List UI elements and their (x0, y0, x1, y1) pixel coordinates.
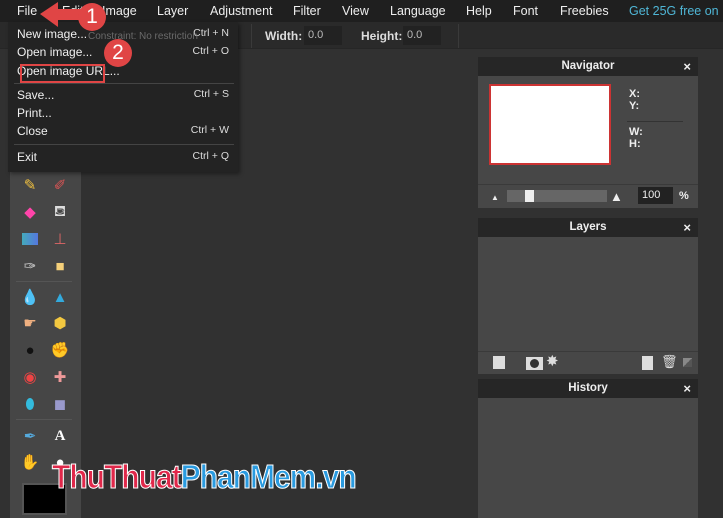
slider-thumb[interactable] (525, 190, 535, 202)
menu-font[interactable]: Font (513, 4, 538, 18)
spot-heal-icon[interactable]: ✚ (49, 366, 71, 388)
divider (478, 351, 698, 352)
menu-language[interactable]: Language (390, 4, 446, 18)
gradient-icon[interactable] (19, 228, 41, 250)
sponge-icon[interactable]: ⬢ (49, 312, 71, 334)
clone-stamp-icon[interactable]: ⊥ (49, 228, 71, 250)
red-eye-icon[interactable]: ◉ (19, 366, 41, 388)
burn-icon[interactable]: ● (19, 339, 41, 361)
menu-item-save[interactable]: Save... Ctrl + S (17, 88, 229, 102)
zoom-slider[interactable] (507, 190, 607, 202)
x-label: X: (629, 88, 640, 100)
sharpen-icon[interactable]: ▲ (49, 286, 71, 308)
w-label: W: (629, 126, 643, 138)
new-layer-icon[interactable] (642, 356, 653, 370)
shortcut: Ctrl + W (190, 124, 229, 136)
layers-panel: Layers × ✸ 🗑 (478, 218, 698, 374)
divider (251, 24, 252, 48)
divider (627, 121, 683, 122)
menu-layer[interactable]: Layer (157, 4, 188, 18)
divider (16, 419, 72, 420)
pencil-icon[interactable]: ✎ (19, 174, 41, 196)
height-input[interactable]: 0.0 (403, 26, 441, 45)
menu-item-close[interactable]: Close Ctrl + W (17, 124, 229, 138)
divider (16, 281, 72, 282)
menu-image[interactable]: Image (102, 4, 137, 18)
history-panel: History × (478, 379, 698, 518)
blur-icon[interactable]: 💧 (19, 286, 41, 308)
panel-title: Layers (569, 221, 607, 233)
menu-item-label: Exit (17, 150, 38, 164)
promo-link[interactable]: Get 25G free on D (629, 4, 723, 18)
text-tool-icon[interactable]: A (49, 425, 71, 447)
layer-lock-icon[interactable] (683, 358, 692, 367)
layer-effects-icon[interactable]: ✸ (546, 352, 559, 370)
menu-freebies[interactable]: Freebies (560, 4, 609, 18)
menu-item-label: Save... (17, 88, 55, 102)
delete-layer-icon[interactable]: 🗑 (661, 354, 678, 370)
menu-help[interactable]: Help (466, 4, 492, 18)
close-icon[interactable]: × (683, 57, 691, 76)
height-label: Height: (361, 29, 403, 43)
shortcut: Ctrl + Q (192, 150, 229, 162)
watermark-logo: ThuThuatPhanMem.vn (52, 459, 358, 496)
navigator-preview[interactable] (489, 84, 611, 165)
close-icon[interactable]: × (683, 379, 691, 398)
hand-icon[interactable]: ✋ (19, 451, 41, 473)
menu-item-label: Close (17, 124, 48, 138)
bloat-icon[interactable]: ⬮ (19, 393, 41, 415)
paint-bucket-icon[interactable]: ⛾ (49, 201, 71, 223)
divider (14, 144, 234, 145)
menu-item-label: Open image... (17, 45, 93, 59)
shortcut: Ctrl + O (192, 45, 229, 57)
menu-file[interactable]: File (17, 4, 37, 18)
panel-title: History (568, 382, 608, 394)
shape-icon[interactable]: ■ (49, 255, 71, 277)
brush-icon[interactable]: ✐ (49, 174, 71, 196)
step-badge-2: 2 (104, 39, 132, 67)
pinch-icon[interactable]: ◼ (49, 393, 71, 415)
menu-item-print[interactable]: Print... (17, 106, 229, 120)
width-label: Width: (265, 29, 303, 43)
layer-mask-icon[interactable] (526, 357, 543, 370)
highlight-box (20, 64, 105, 83)
menu-bar: File Edit Image Layer Adjustment Filter … (0, 0, 723, 22)
zoom-out-icon[interactable]: ▲ (491, 193, 499, 202)
smudge-icon[interactable]: ☛ (19, 312, 41, 334)
color-replace-icon[interactable]: ✑ (19, 255, 41, 277)
shortcut: Ctrl + S (193, 88, 229, 100)
zoom-unit: % (679, 190, 689, 202)
h-label: H: (629, 138, 641, 150)
menu-item-exit[interactable]: Exit Ctrl + Q (17, 150, 229, 164)
constraint-select[interactable]: No restriction (139, 31, 198, 42)
dodge-icon[interactable]: ✊ (49, 339, 71, 361)
menu-adjustment[interactable]: Adjustment (210, 4, 273, 18)
layer-settings-icon[interactable] (493, 356, 505, 369)
width-input[interactable]: 0.0 (304, 26, 342, 45)
panel-title: Navigator (561, 60, 615, 72)
zoom-in-icon[interactable]: ▲ (610, 189, 623, 204)
menu-item-label: Print... (17, 106, 52, 120)
eraser-icon[interactable]: ◆ (19, 201, 41, 223)
step-badge-1: 1 (78, 3, 106, 31)
divider (458, 24, 459, 48)
menu-filter[interactable]: Filter (293, 4, 321, 18)
divider (14, 83, 234, 84)
shortcut: Ctrl + N (193, 27, 229, 39)
menu-view[interactable]: View (342, 4, 369, 18)
color-picker-icon[interactable]: ✒ (19, 425, 41, 447)
close-icon[interactable]: × (683, 218, 691, 237)
zoom-input[interactable]: 100 (638, 187, 673, 204)
divider (478, 184, 698, 185)
menu-item-label: New image... (17, 27, 88, 41)
navigator-panel: Navigator × X: Y: W: H: ▲ ▲ 100 % (478, 57, 698, 208)
y-label: Y: (629, 100, 640, 112)
